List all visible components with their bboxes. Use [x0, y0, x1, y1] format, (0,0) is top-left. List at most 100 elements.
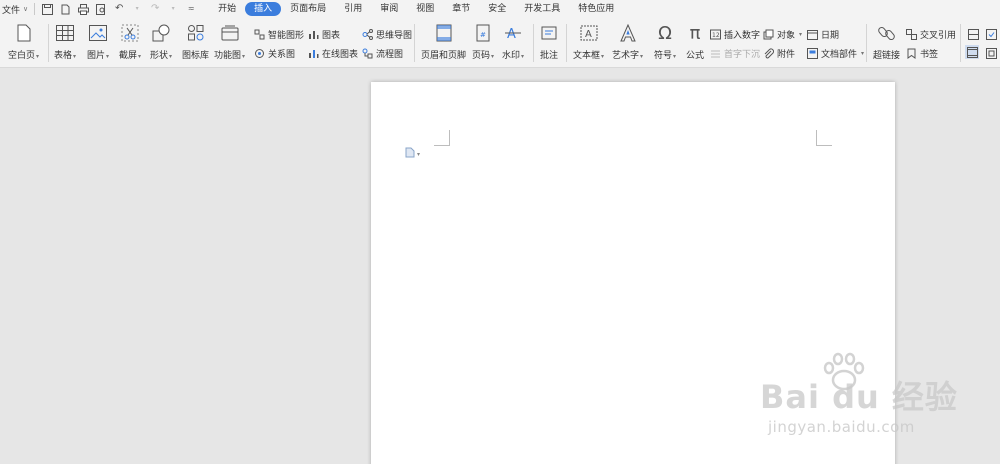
comment-button[interactable]: 批注	[538, 22, 560, 61]
tab-developer[interactable]: 开发工具	[515, 2, 569, 16]
ribbon-divider	[48, 24, 49, 62]
icon-library-button[interactable]: 图标库	[182, 22, 209, 61]
watermark-button[interactable]: A 水印▾	[502, 22, 524, 61]
chart-label: 图表	[322, 31, 341, 41]
file-menu-label: 文件	[2, 5, 21, 16]
quick-access-toolbar: ↶ ▾ ↷ ▾ ≂	[41, 3, 197, 15]
layout-option-3-button[interactable]	[965, 45, 979, 59]
header-footer-button[interactable]: 页眉和页脚	[421, 22, 466, 61]
insert-number-button[interactable]: 12 插入数字	[709, 28, 760, 41]
tab-section[interactable]: 章节	[443, 2, 479, 16]
bar-chart-icon	[307, 29, 319, 41]
picture-label: 图片	[87, 51, 106, 61]
symbol-button[interactable]: Ω 符号▾	[654, 22, 676, 62]
hyperlink-label: 超链接	[873, 51, 901, 61]
icon-library-icon	[185, 22, 207, 44]
ribbon-divider	[566, 24, 567, 62]
text-box-button[interactable]: A 文本框▾	[573, 22, 604, 61]
tab-review[interactable]: 审阅	[371, 2, 407, 16]
object-icon	[762, 29, 774, 41]
tab-page-layout[interactable]: 页面布局	[281, 2, 335, 16]
screenshot-button[interactable]: 截屏▾	[119, 22, 141, 61]
tab-special-apps[interactable]: 特色应用	[569, 2, 623, 16]
cross-reference-button[interactable]: 交叉引用	[905, 28, 956, 41]
tab-view[interactable]: 视图	[407, 2, 443, 16]
smart-graphic-label: 智能图形	[268, 31, 305, 41]
layout-option-4-button[interactable]	[985, 47, 997, 59]
redo-icon[interactable]: ↷	[149, 3, 161, 15]
art-text-label: 艺术字	[612, 51, 640, 61]
function-chart-icon	[219, 22, 241, 44]
object-button[interactable]: 对象 ▾	[762, 28, 802, 41]
table-button[interactable]: 表格▾	[54, 22, 76, 61]
attachment-button[interactable]: 附件	[762, 47, 795, 60]
relation-chart-icon	[253, 48, 265, 60]
drop-cap-button[interactable]: 首字下沉	[709, 47, 760, 60]
picture-button[interactable]: 图片▾	[87, 22, 109, 61]
chevron-down-icon[interactable]: ▾	[131, 3, 143, 15]
page-number-button[interactable]: # 页码▾	[472, 22, 494, 61]
art-text-button[interactable]: 艺术字▾	[612, 22, 643, 61]
tab-security[interactable]: 安全	[479, 2, 515, 16]
pi-icon: π	[689, 22, 701, 44]
formula-button[interactable]: π 公式	[684, 22, 706, 62]
comment-label: 批注	[539, 51, 558, 61]
mind-map-label: 思维导图	[376, 31, 413, 41]
blank-page-button[interactable]: 空白页▾	[8, 22, 39, 61]
bookmark-button[interactable]: 书签	[905, 47, 938, 60]
hyperlink-button[interactable]: 超链接	[873, 22, 900, 61]
date-button[interactable]: 日期	[806, 28, 839, 41]
shapes-icon	[150, 22, 172, 44]
ribbon-divider	[960, 24, 961, 62]
picture-icon	[87, 22, 109, 44]
page-number-label: 页码	[472, 51, 491, 61]
chevron-down-icon[interactable]: ▾	[167, 3, 179, 15]
tab-references[interactable]: 引用	[335, 2, 371, 16]
icon-library-label: 图标库	[182, 51, 210, 61]
file-menu[interactable]: 文件 ∨	[0, 3, 28, 16]
layout-option-2-button[interactable]	[985, 28, 997, 40]
text-box-icon: A	[578, 22, 600, 44]
customize-toolbar-icon[interactable]: ≂	[185, 3, 197, 15]
flowchart-icon	[361, 48, 373, 60]
svg-text:#: #	[480, 31, 486, 39]
scissors-icon	[119, 22, 141, 44]
document-part-icon	[806, 48, 818, 60]
tab-insert[interactable]: 插入	[245, 2, 282, 16]
header-footer-icon	[433, 22, 455, 44]
mind-map-button[interactable]: 思维导图	[361, 28, 412, 41]
watermark-icon: A	[502, 22, 524, 44]
output-pdf-icon[interactable]	[59, 3, 71, 15]
baidu-watermark: Bai du 经验 jingyan.baidu.com	[760, 352, 970, 447]
paste-options-button[interactable]: ▾	[405, 147, 420, 161]
tab-home[interactable]: 开始	[209, 2, 245, 16]
margin-corner-marker	[816, 130, 832, 146]
insert-number-icon: 12	[709, 29, 721, 41]
chevron-down-icon: ▾	[417, 150, 421, 158]
print-preview-icon[interactable]	[95, 3, 107, 15]
layout-option-1-button[interactable]	[967, 28, 979, 40]
undo-icon[interactable]: ↶	[113, 3, 125, 15]
shape-button[interactable]: 形状▾	[150, 22, 172, 61]
svg-text:A: A	[585, 29, 592, 40]
table-icon	[54, 22, 76, 44]
document-part-button[interactable]: 文档部件 ▾	[806, 47, 864, 60]
function-chart-button[interactable]: 功能图▾	[214, 22, 245, 61]
relation-chart-button[interactable]: 关系图	[253, 47, 295, 60]
online-chart-button[interactable]: 在线图表	[307, 47, 358, 60]
calendar-icon	[806, 29, 818, 41]
drop-cap-icon	[709, 48, 721, 60]
save-icon[interactable]	[41, 3, 53, 15]
smart-graphic-button[interactable]: 智能图形	[253, 28, 304, 41]
mind-map-icon	[361, 29, 373, 41]
object-label: 对象	[777, 31, 796, 41]
chart-button[interactable]: 图表	[307, 28, 340, 41]
menu-divider	[34, 3, 36, 15]
cross-reference-icon	[905, 29, 917, 41]
bookmark-icon	[905, 48, 917, 60]
bookmark-label: 书签	[920, 50, 939, 60]
screenshot-label: 截屏	[119, 51, 138, 61]
flowchart-button[interactable]: 流程图	[361, 47, 403, 60]
watermark-label: 水印	[502, 51, 521, 61]
print-icon[interactable]	[77, 3, 89, 15]
